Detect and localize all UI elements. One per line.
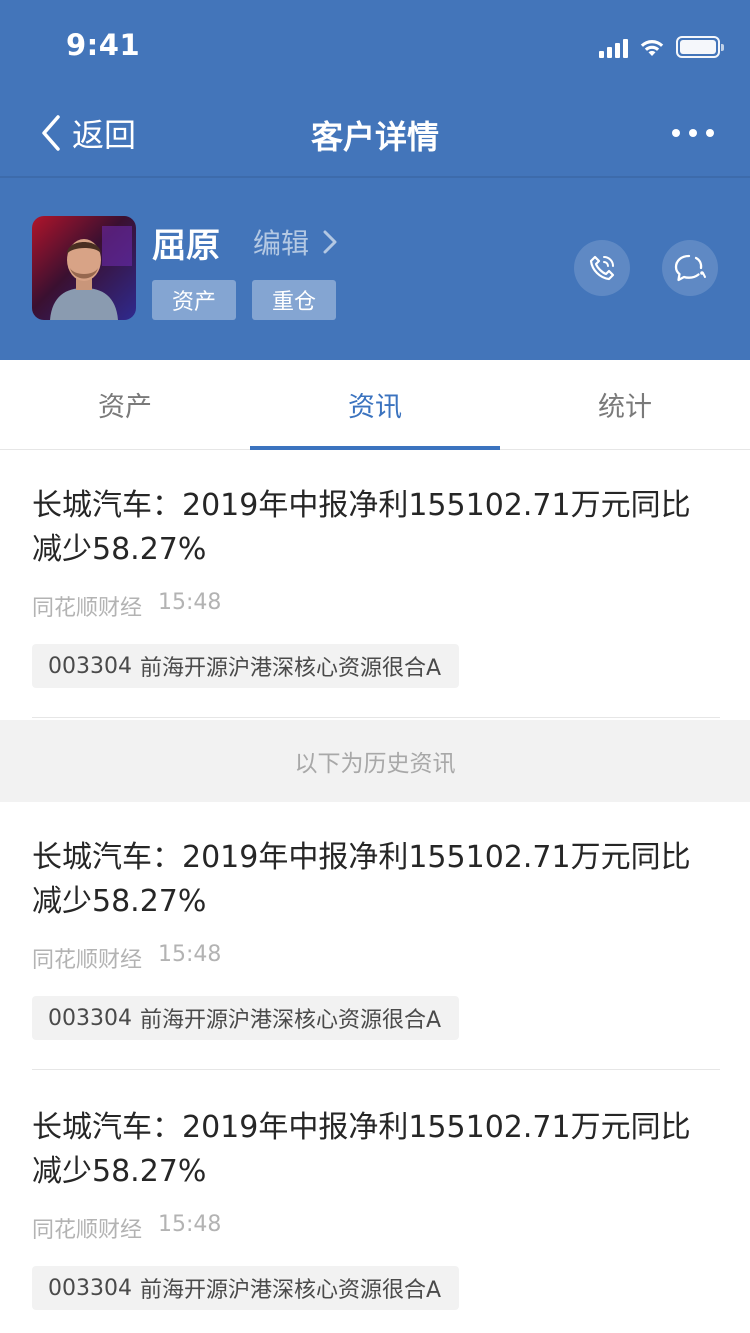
- tab-assets[interactable]: 资产: [0, 360, 250, 449]
- news-title: 长城汽车：2019年中报净利155102.71万元同比减少58.27%: [32, 488, 691, 567]
- fund-name: 前海开源沪港深核心资源很合A: [139, 1008, 442, 1033]
- divider: [32, 1069, 720, 1070]
- tab-bar: 资产 资讯 统计: [0, 360, 750, 450]
- news-source: 同花顺财经: [32, 948, 143, 973]
- wifi-icon: [640, 40, 664, 56]
- header: 9:41 返回 客户详情 屈原 编辑 资产 重仓: [0, 0, 750, 360]
- news-title: 长城汽车：2019年中报净利155102.71万元同比减少58.27%: [32, 840, 691, 919]
- fund-code: 003304: [48, 1275, 132, 1301]
- tag-list: 资产 重仓: [152, 280, 336, 320]
- news-time: 15:48: [158, 590, 222, 615]
- history-divider-banner: 以下为历史资讯: [0, 720, 750, 802]
- nav-bar: 返回 客户详情: [0, 90, 750, 176]
- fund-name: 前海开源沪港深核心资源很合A: [139, 656, 442, 681]
- news-time: 15:48: [158, 1212, 222, 1237]
- tab-news[interactable]: 资讯: [250, 360, 500, 450]
- status-icons: [599, 34, 724, 58]
- news-item[interactable]: 长城汽车：2019年中报净利155102.71万元同比减少58.27% 同花顺财…: [0, 802, 750, 1072]
- signal-icon: [599, 38, 628, 58]
- news-item[interactable]: 长城汽车：2019年中报净利155102.71万元同比减少58.27% 同花顺财…: [0, 450, 750, 720]
- news-source: 同花顺财经: [32, 596, 143, 621]
- fund-code: 003304: [48, 1005, 132, 1031]
- edit-label: 编辑: [253, 227, 310, 260]
- tab-statistics[interactable]: 统计: [500, 360, 750, 449]
- related-fund-chip[interactable]: 003304 前海开源沪港深核心资源很合A: [32, 996, 460, 1040]
- page-title: 客户详情: [310, 118, 439, 156]
- divider: [32, 717, 720, 718]
- tag-heavy-position: 重仓: [252, 280, 336, 320]
- phone-icon: [589, 255, 615, 281]
- news-meta: 同花顺财经 15:48: [32, 1212, 221, 1244]
- customer-name: 屈原: [152, 226, 220, 266]
- news-time: 15:48: [158, 942, 222, 967]
- fund-name: 前海开源沪港深核心资源很合A: [139, 1278, 442, 1303]
- chat-bubble-icon: [674, 254, 706, 282]
- news-item[interactable]: 长城汽车：2019年中报净利155102.71万元同比减少58.27% 同花顺财…: [0, 1072, 750, 1333]
- news-title: 长城汽车：2019年中报净利155102.71万元同比减少58.27%: [32, 1110, 691, 1189]
- profile-card: 屈原 编辑 资产 重仓: [0, 178, 750, 360]
- news-meta: 同花顺财经 15:48: [32, 942, 221, 974]
- more-dots-icon[interactable]: [672, 118, 714, 148]
- fund-code: 003304: [48, 653, 132, 679]
- related-fund-chip[interactable]: 003304 前海开源沪港深核心资源很合A: [32, 1266, 460, 1310]
- avatar[interactable]: [32, 216, 136, 320]
- edit-button[interactable]: 编辑: [253, 222, 337, 262]
- chat-button[interactable]: [662, 240, 718, 296]
- related-fund-chip[interactable]: 003304 前海开源沪港深核心资源很合A: [32, 644, 460, 688]
- tag-asset: 资产: [152, 280, 236, 320]
- news-meta: 同花顺财经 15:48: [32, 590, 221, 622]
- battery-icon: [676, 36, 724, 58]
- news-source: 同花顺财经: [32, 1218, 143, 1243]
- status-time: 9:41: [66, 28, 141, 62]
- status-bar: 9:41: [0, 0, 750, 90]
- phone-button[interactable]: [574, 240, 630, 296]
- chevron-right-icon: [323, 230, 337, 254]
